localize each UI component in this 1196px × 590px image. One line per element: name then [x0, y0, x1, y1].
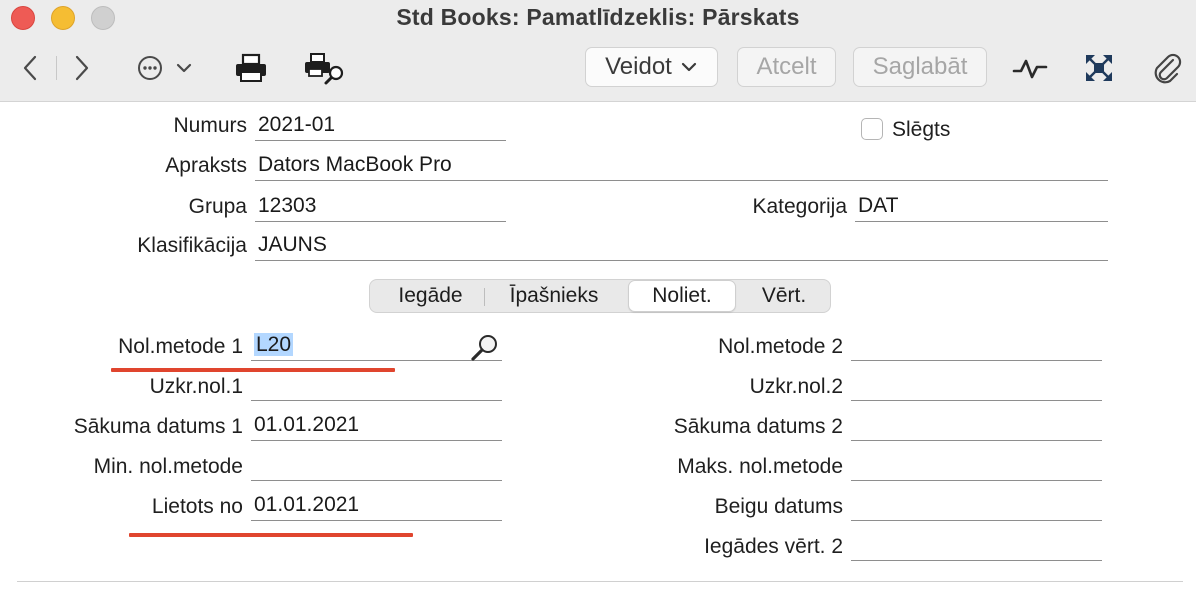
klasifikacija-label: Klasifikācija [137, 234, 247, 257]
uzkr-nol-2-label: Uzkr.nol.2 [749, 375, 843, 398]
chevron-left-icon[interactable] [18, 54, 42, 82]
sakuma-datums-1-label: Sākuma datums 1 [73, 415, 243, 438]
tab-noliet[interactable]: Noliet. [628, 280, 736, 312]
min-nol-metode-field[interactable] [251, 451, 502, 481]
nol-metode-1-field[interactable]: L20 [251, 331, 502, 361]
lietots-no-field[interactable]: 01.01.2021 [251, 491, 502, 521]
sakuma-datums-2-field[interactable] [851, 411, 1102, 441]
numurs-field[interactable]: 2021-01 [255, 111, 506, 141]
tab-ipasnieks[interactable]: Īpašnieks [488, 280, 620, 312]
uzkr-nol-1-label: Uzkr.nol.1 [149, 375, 243, 398]
maks-nol-metode-field[interactable] [851, 451, 1102, 481]
highlight-underline-lietots [129, 533, 413, 537]
nol-metode-1-value: L20 [254, 333, 294, 356]
apraksts-field[interactable]: Dators MacBook Pro [255, 151, 1108, 181]
veidot-label: Veidot [605, 53, 672, 80]
bottom-divider [17, 581, 1183, 582]
kategorija-label: Kategorija [752, 195, 847, 218]
search-icon[interactable] [470, 333, 500, 361]
sakuma-datums-1-field[interactable]: 01.01.2021 [251, 411, 502, 441]
tab-bar: Iegāde Īpašnieks Noliet. Vērt. [369, 279, 831, 313]
nol-metode-1-label: Nol.metode 1 [118, 335, 243, 358]
activity-graph-icon[interactable] [1012, 54, 1048, 84]
more-actions-menu[interactable] [136, 54, 196, 82]
klasifikacija-field[interactable]: JAUNS [255, 231, 1108, 261]
window-title: Std Books: Pamatlīdzeklis: Pārskats [396, 4, 800, 30]
ellipsis-circle-icon [138, 56, 192, 80]
uzkr-nol-2-field[interactable] [851, 371, 1102, 401]
slegts-checkbox[interactable] [861, 118, 883, 140]
iegades-vert-2-field[interactable] [851, 531, 1102, 561]
nol-metode-2-label: Nol.metode 2 [718, 335, 843, 358]
uzkr-nol-1-field[interactable] [251, 371, 502, 401]
expand-icon[interactable] [1084, 53, 1114, 83]
tab-iegade[interactable]: Iegāde [378, 280, 483, 312]
beigu-datums-label: Beigu datums [714, 495, 843, 518]
slegts-label: Slēgts [892, 118, 951, 141]
printer-icon[interactable] [234, 52, 268, 84]
window-titlebar: Std Books: Pamatlīdzeklis: Pārskats Veid… [0, 0, 1196, 102]
kategorija-field[interactable]: DAT [855, 192, 1108, 222]
nol-metode-2-field[interactable] [851, 331, 1102, 361]
iegades-vert-2-label: Iegādes vērt. 2 [704, 535, 843, 558]
sakuma-datums-2-label: Sākuma datums 2 [673, 415, 843, 438]
paperclip-icon[interactable] [1150, 50, 1184, 86]
grupa-field[interactable]: 12303 [255, 192, 506, 222]
chevron-right-icon[interactable] [70, 54, 94, 82]
atcelt-button[interactable]: Atcelt [737, 47, 836, 87]
beigu-datums-field[interactable] [851, 491, 1102, 521]
numurs-label: Numurs [173, 114, 247, 137]
chevron-down-icon [681, 62, 696, 72]
print-preview-icon[interactable] [304, 52, 348, 86]
tab-divider [484, 288, 485, 306]
saglabat-button[interactable]: Saglabāt [853, 47, 987, 87]
maks-nol-metode-label: Maks. nol.metode [677, 455, 843, 478]
veidot-menu-button[interactable]: Veidot [585, 47, 718, 87]
tab-vert[interactable]: Vērt. [740, 280, 828, 312]
grupa-label: Grupa [188, 195, 247, 218]
min-nol-metode-label: Min. nol.metode [93, 455, 243, 478]
lietots-no-label: Lietots no [151, 495, 243, 518]
apraksts-label: Apraksts [165, 154, 247, 177]
toolbar-divider [56, 56, 57, 80]
